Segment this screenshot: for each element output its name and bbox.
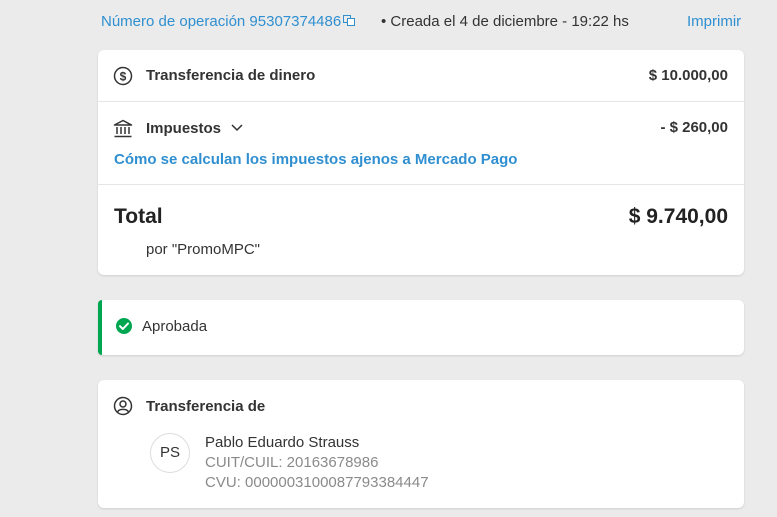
print-link[interactable]: Imprimir <box>687 13 741 30</box>
transfer-amount: $ 10.000,00 <box>648 67 728 84</box>
user-circle-icon <box>113 396 133 421</box>
dollar-circle-icon: $ <box>113 66 133 91</box>
taxes-row: Impuestos - $ 260,00 Cómo se calculan lo… <box>98 102 744 185</box>
total-label: Total <box>114 205 163 228</box>
taxes-toggle[interactable]: Impuestos <box>146 119 243 137</box>
taxes-amount: - $ 260,00 <box>660 119 728 136</box>
transfer-label: Transferencia de dinero <box>146 67 316 84</box>
copy-icon[interactable] <box>343 14 356 26</box>
sender-cvu: CVU: 0000003100087793384447 <box>205 474 429 491</box>
total-subtitle: por "PromoMPC" <box>146 241 261 258</box>
transfer-row: $ Transferencia de dinero $ 10.000,00 <box>98 50 744 102</box>
operation-number-link[interactable]: Número de operación 95307374486 <box>101 13 356 30</box>
bank-icon <box>113 119 133 144</box>
svg-text:$: $ <box>120 70 127 84</box>
operation-number-text[interactable]: Número de operación 95307374486 <box>101 13 341 30</box>
taxes-label[interactable]: Impuestos <box>146 120 221 137</box>
check-circle-icon <box>115 317 133 340</box>
avatar: PS <box>150 433 190 473</box>
status-label: Aprobada <box>142 318 208 335</box>
chevron-down-icon[interactable] <box>231 119 243 136</box>
taxes-info-link[interactable]: Cómo se calculan los impuestos ajenos a … <box>114 151 517 168</box>
status-card: Aprobada <box>98 300 744 355</box>
sender-cuit: CUIT/CUIL: 20163678986 <box>205 454 379 471</box>
transfer-from-card: Transferencia de PS Pablo Eduardo Straus… <box>98 380 744 508</box>
header-bar: Número de operación 95307374486 • Creada… <box>0 0 777 44</box>
transfer-from-title: Transferencia de <box>146 398 266 415</box>
created-date: • Creada el 4 de diciembre - 19:22 hs <box>381 13 629 30</box>
total-amount: $ 9.740,00 <box>628 205 728 228</box>
summary-card: $ Transferencia de dinero $ 10.000,00 Im… <box>98 50 744 275</box>
sender-name: Pablo Eduardo Strauss <box>205 434 360 451</box>
